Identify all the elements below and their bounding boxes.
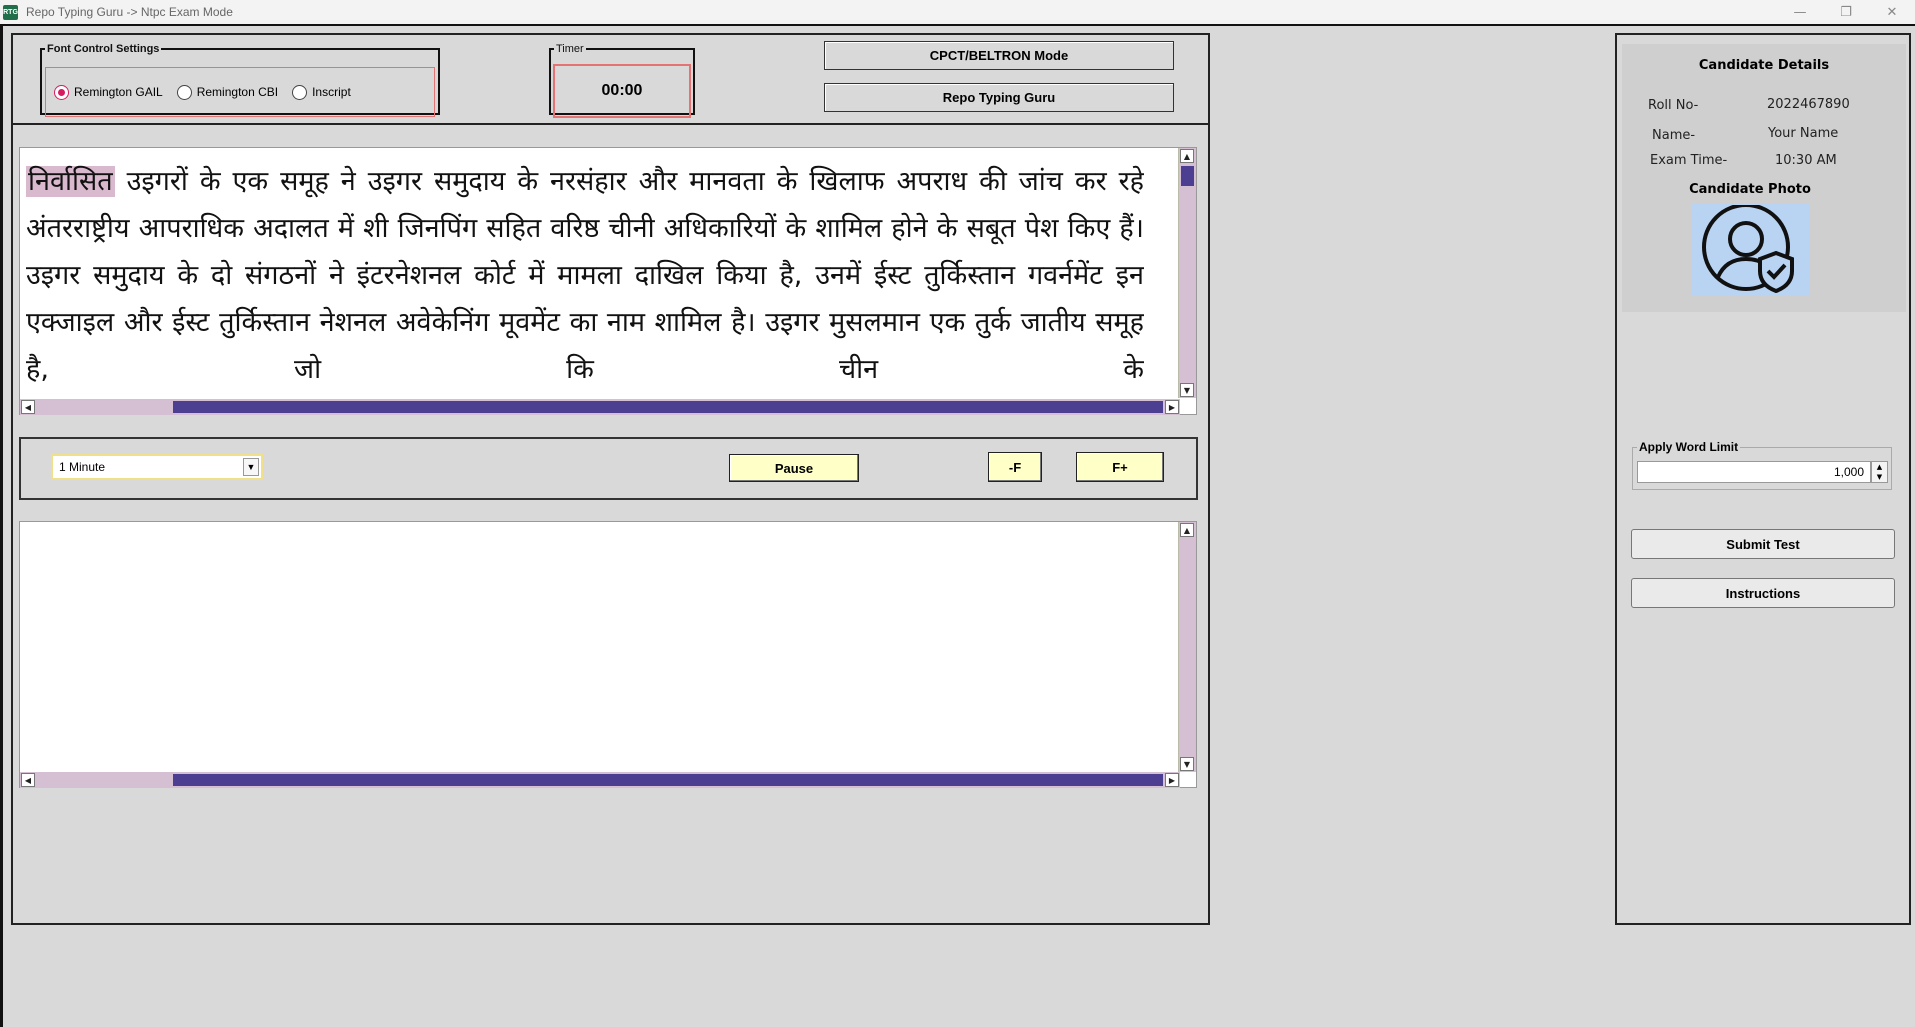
spin-up-icon[interactable]: ▲ [1872, 462, 1887, 472]
timer-legend: Timer [556, 43, 584, 55]
passage-body: उइगरों के एक समूह ने उइगर समुदाय के नरसं… [26, 166, 1144, 385]
radio-unselected-icon[interactable] [176, 84, 192, 100]
font-decrease-button[interactable]: -F [988, 452, 1042, 482]
left-border [0, 24, 3, 1027]
radio-remington-cbi[interactable]: Remington CBI [176, 84, 279, 100]
cpct-beltron-mode-button[interactable]: CPCT/BELTRON Mode [824, 41, 1174, 70]
word-limit-input[interactable]: 1,000 [1637, 461, 1871, 483]
duration-select[interactable]: 1 Minute ▼ [51, 454, 263, 480]
title-bar: RTG Repo Typing Guru -> Ntpc Exam Mode —… [0, 0, 1915, 24]
repo-typing-guru-button[interactable]: Repo Typing Guru [824, 83, 1174, 112]
candidate-details-title: Candidate Details [1698, 58, 1830, 73]
chevron-down-icon[interactable]: ▼ [243, 458, 259, 476]
radio-label: Remington GAIL [74, 85, 163, 99]
scroll-left-icon[interactable]: ◀ [21, 400, 35, 414]
passage-horizontal-scrollbar[interactable]: ◀ ▶ [20, 399, 1180, 415]
scroll-thumb[interactable] [173, 401, 1163, 413]
pause-button[interactable]: Pause [729, 454, 859, 482]
instructions-button[interactable]: Instructions [1631, 578, 1895, 608]
radio-inscript[interactable]: Inscript [292, 84, 351, 100]
duration-value: 1 Minute [59, 460, 106, 474]
submit-test-button[interactable]: Submit Test [1631, 529, 1895, 559]
word-limit-legend: Apply Word Limit [1639, 440, 1739, 454]
scroll-down-icon[interactable]: ▼ [1180, 757, 1194, 771]
radio-selected-icon[interactable] [54, 84, 69, 100]
scroll-left-icon[interactable]: ◀ [21, 773, 35, 787]
word-limit-spinner[interactable]: ▲ ▼ [1871, 461, 1888, 483]
scroll-down-icon[interactable]: ▼ [1180, 383, 1194, 397]
timer-group: Timer 00:00 [549, 43, 695, 118]
scroll-up-icon[interactable]: ▲ [1180, 523, 1194, 537]
user-shield-icon [1701, 205, 1794, 293]
maximize-icon[interactable]: ❐ [1823, 0, 1869, 24]
candidate-photo [1692, 203, 1809, 295]
font-increase-button[interactable]: F+ [1076, 452, 1164, 482]
spin-down-icon[interactable]: ▼ [1872, 472, 1887, 482]
scroll-right-icon[interactable]: ▶ [1165, 773, 1179, 787]
typing-input[interactable] [20, 522, 1180, 772]
font-control-legend: Font Control Settings [47, 43, 160, 55]
scroll-right-icon[interactable]: ▶ [1165, 400, 1179, 414]
candidate-photo-title: Candidate Photo [1689, 182, 1811, 197]
radio-remington-gail[interactable]: Remington GAIL [54, 84, 163, 100]
window-controls: — ❐ ✕ [1777, 0, 1915, 24]
typing-vertical-scrollbar[interactable]: ▲ ▼ [1178, 522, 1196, 772]
font-options: Remington GAIL Remington CBI Inscript [45, 67, 435, 117]
roll-no-label: Roll No- [1648, 98, 1699, 113]
title-divider [0, 24, 1915, 26]
passage-text: निर्वासित उइगरों के एक समूह ने उइगर समुद… [26, 158, 1144, 398]
current-word-highlight: निर्वासित [26, 166, 115, 197]
passage-vertical-scrollbar[interactable]: ▲ ▼ [1178, 148, 1196, 398]
typing-horizontal-scrollbar[interactable]: ◀ ▶ [20, 772, 1180, 788]
exam-time-value: 10:30 AM [1775, 153, 1837, 168]
exam-time-label: Exam Time- [1650, 153, 1728, 168]
typing-panel: ▲ ▼ ◀ ▶ [19, 521, 1197, 788]
scroll-thumb[interactable] [1181, 166, 1194, 186]
timer-display: 00:00 [553, 64, 691, 118]
name-value: Your Name [1768, 126, 1839, 141]
passage-panel: निर्वासित उइगरों के एक समूह ने उइगर समुद… [19, 147, 1197, 415]
minimize-icon[interactable]: — [1777, 0, 1823, 24]
window-title: Repo Typing Guru -> Ntpc Exam Mode [26, 5, 233, 19]
scroll-thumb[interactable] [173, 774, 1163, 786]
name-label: Name- [1652, 128, 1696, 143]
close-icon[interactable]: ✕ [1869, 0, 1915, 24]
radio-unselected-icon[interactable] [292, 84, 308, 100]
font-control-settings: Font Control Settings Remington GAIL Rem… [40, 43, 440, 117]
roll-no-value: 2022467890 [1767, 97, 1850, 112]
radio-label: Inscript [312, 85, 351, 99]
scroll-up-icon[interactable]: ▲ [1180, 149, 1194, 163]
radio-label: Remington CBI [196, 85, 279, 99]
app-logo-icon: RTG [3, 4, 18, 20]
